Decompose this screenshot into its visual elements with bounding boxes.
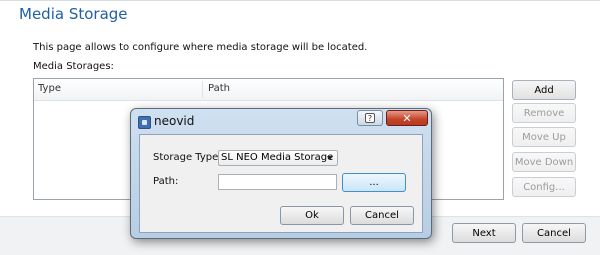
browse-button[interactable]: ... bbox=[342, 173, 406, 192]
column-separator[interactable] bbox=[202, 81, 203, 98]
dialog-body: Storage Type: SL NEO Media Storage Path:… bbox=[139, 134, 423, 233]
move-down-button[interactable]: Move Down bbox=[512, 152, 576, 172]
cancel-button[interactable]: Cancel bbox=[522, 223, 586, 243]
path-label: Path: bbox=[153, 176, 179, 187]
dialog-cancel-button[interactable]: Cancel bbox=[350, 206, 414, 225]
config-button[interactable]: Config... bbox=[512, 177, 576, 197]
chevron-down-icon bbox=[327, 156, 333, 160]
path-input[interactable] bbox=[218, 174, 337, 190]
move-up-button[interactable]: Move Up bbox=[512, 127, 576, 147]
add-button[interactable]: Add bbox=[512, 80, 576, 100]
remove-button[interactable]: Remove bbox=[512, 103, 576, 123]
ok-button[interactable]: Ok bbox=[280, 206, 344, 225]
next-button[interactable]: Next bbox=[452, 223, 516, 243]
app-icon bbox=[138, 116, 151, 129]
window-top-border bbox=[0, 0, 600, 1]
svg-text:?: ? bbox=[368, 114, 372, 123]
close-icon[interactable]: ✕ bbox=[386, 110, 428, 126]
neovid-dialog: neovid ? ✕ Storage Type: SL NEO Media St… bbox=[130, 108, 432, 239]
dialog-title: neovid bbox=[154, 114, 195, 128]
page-description: This page allows to configure where medi… bbox=[33, 42, 368, 53]
column-header-path[interactable]: Path bbox=[208, 83, 230, 94]
storage-type-select[interactable]: SL NEO Media Storage bbox=[218, 150, 338, 166]
help-icon[interactable]: ? bbox=[357, 110, 383, 126]
storage-type-label: Storage Type: bbox=[153, 152, 222, 163]
list-header: Type Path bbox=[34, 79, 503, 101]
page-title: Media Storage bbox=[19, 5, 128, 23]
storage-type-value: SL NEO Media Storage bbox=[221, 152, 334, 163]
media-storages-label: Media Storages: bbox=[33, 61, 114, 72]
column-header-type[interactable]: Type bbox=[38, 83, 61, 94]
